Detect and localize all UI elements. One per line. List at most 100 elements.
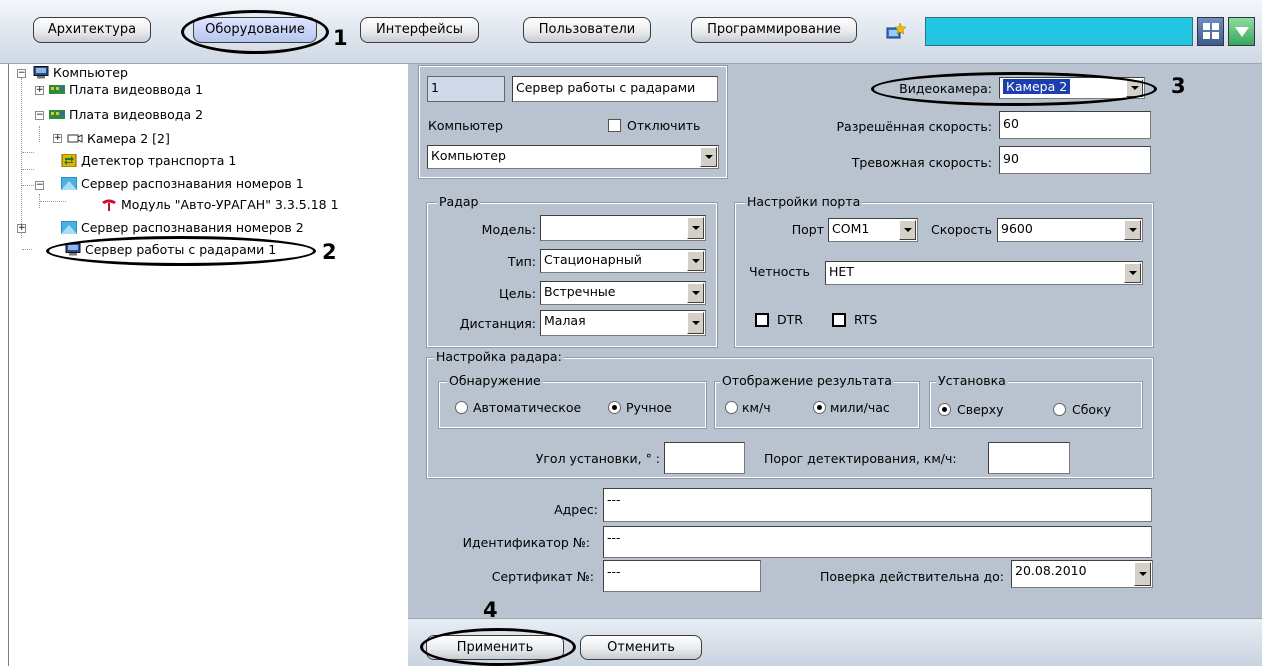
chevron-down-icon[interactable] [687,283,704,303]
parity-select[interactable]: НЕТ [825,261,1143,285]
tree-item-camera-2[interactable]: Камера 2 [2] [67,130,170,148]
angle-field[interactable] [664,442,745,474]
lpr-server-icon [61,177,77,190]
tab-interfaces[interactable]: Интерфейсы [360,17,479,43]
detection-auto-label: Автоматическое [473,400,582,415]
tree-expand-lpr-2[interactable]: + [17,224,26,233]
object-id-field[interactable]: 1 [427,76,505,102]
tree-item-lpr-server-1[interactable]: Сервер распознавания номеров 1 [61,175,304,193]
tree-expand-camera-2[interactable]: + [53,134,62,143]
verify-date-select[interactable]: 20.08.2010 [1011,560,1153,588]
tree-expand-board-1[interactable]: + [35,86,44,95]
layout-grid-button[interactable] [1197,17,1224,46]
display-mph-radio[interactable] [813,401,826,414]
computer-icon [33,66,49,79]
port-select[interactable]: COM1 [828,218,918,242]
port-label: Порт [791,222,824,237]
chevron-down-icon[interactable] [1126,79,1143,97]
tree-label: Плата видеоввода 2 [69,107,204,122]
angle-label: Угол установки, ° : [535,451,660,466]
tree-label: Сервер распознавания номеров 1 [81,176,304,191]
video-board-icon [49,110,65,119]
alarm-speed-field[interactable]: 90 [999,146,1151,174]
identifier-field[interactable]: --- [603,526,1152,558]
tab-programming[interactable]: Программирование [691,17,857,43]
tree-label: Сервер работы с радарами 1 [85,242,277,257]
tree-item-avto-uragan-module[interactable]: Модуль "Авто-УРАГАН" 3.3.5.18 1 [101,196,339,214]
cancel-button[interactable]: Отменить [580,635,702,660]
tab-users[interactable]: Пользователи [523,17,651,43]
grid-icon [1203,23,1219,39]
chevron-down-icon[interactable] [687,217,704,239]
radar-group-legend: Радар [437,194,481,209]
verify-date-value: 20.08.2010 [1015,563,1087,578]
chevron-down-icon[interactable] [687,312,704,334]
chevron-down-icon[interactable] [700,147,717,167]
identifier-label: Идентификатор №: [462,535,590,550]
tree-collapse-lpr-1[interactable]: − [35,181,44,190]
target-select-value: Встречные [544,284,616,299]
camera-select-value: Камера 2 [1003,79,1071,94]
computer-label: Компьютер [428,118,503,133]
threshold-field[interactable] [988,442,1070,474]
tree-label: Детектор транспорта 1 [81,153,237,168]
port-group-legend: Настройки порта [745,194,863,209]
object-name-field[interactable]: Сервер работы с радарами [512,76,718,102]
target-select[interactable]: Встречные [540,281,706,305]
detection-manual-radio[interactable] [608,401,621,414]
camera-select[interactable]: Камера 2 [999,77,1145,99]
rts-label: RTS [854,312,878,327]
tree-label: Плата видеоввода 1 [69,82,204,97]
display-kmh-radio[interactable] [725,401,738,414]
wizard-icon[interactable] [886,22,906,40]
address-field[interactable]: --- [603,488,1152,522]
tree-collapse-computer[interactable]: − [17,69,26,78]
chevron-down-icon[interactable] [1124,220,1141,240]
disable-checkbox[interactable] [608,119,621,132]
tree-item-board-1[interactable]: Плата видеоввода 1 [49,81,203,99]
callout-number-1: 1 [333,26,348,50]
tree-item-computer[interactable]: Компьютер [33,64,128,82]
install-top-radio[interactable] [938,403,951,416]
certificate-field[interactable]: --- [603,560,761,592]
tree-item-radar-server-1[interactable]: Сервер работы с радарами 1 [65,241,276,259]
lpr-server-icon [61,221,77,234]
tree-collapse-board-2[interactable]: − [35,111,44,120]
install-side-radio[interactable] [1053,403,1066,416]
allowed-speed-field[interactable]: 60 [999,111,1151,139]
camera-icon [67,134,83,143]
chevron-down-icon[interactable] [1134,562,1151,586]
tab-equipment[interactable]: Оборудование [193,17,317,43]
chevron-down-icon[interactable] [899,220,916,240]
settings-panel: 1 Сервер работы с радарами Компьютер Отк… [408,64,1262,618]
tree-item-lpr-server-2[interactable]: Сервер распознавания номеров 2 [61,219,304,237]
apply-button[interactable]: Применить [426,635,564,660]
callout-number-4: 4 [483,598,498,622]
detection-auto-radio[interactable] [455,401,468,414]
rts-checkbox[interactable] [832,313,846,327]
parity-select-value: НЕТ [829,264,854,279]
distance-select[interactable]: Малая [540,310,706,336]
object-tree: − Компьютер + Плата видеоввода 1 − Плата… [8,64,408,666]
model-label: Модель: [481,222,536,237]
computer-select-value: Компьютер [431,148,506,163]
baud-select[interactable]: 9600 [997,218,1143,242]
dtr-checkbox[interactable] [755,313,769,327]
dropdown-button[interactable] [1228,17,1255,46]
tree-item-board-2[interactable]: Плата видеоввода 2 [49,106,203,124]
certificate-label: Сертификат №: [491,569,594,584]
tree-label: Камера 2 [2] [87,131,170,146]
detection-manual-label: Ручное [626,400,672,415]
chevron-down-icon [1235,27,1249,37]
tree-item-transport-detector[interactable]: Детектор транспорта 1 [61,152,236,170]
chevron-down-icon[interactable] [1124,263,1141,283]
tab-architecture[interactable]: Архитектура [33,17,151,43]
allowed-speed-label: Разрешённая скорость: [836,119,992,134]
callout-number-2: 2 [322,240,337,264]
model-select[interactable] [540,215,706,241]
display-kmh-label: км/ч [742,400,771,415]
tree-label: Модуль "Авто-УРАГАН" 3.3.5.18 1 [121,197,339,212]
type-select[interactable]: Стационарный [540,249,706,273]
computer-select[interactable]: Компьютер [427,145,719,169]
chevron-down-icon[interactable] [687,251,704,271]
